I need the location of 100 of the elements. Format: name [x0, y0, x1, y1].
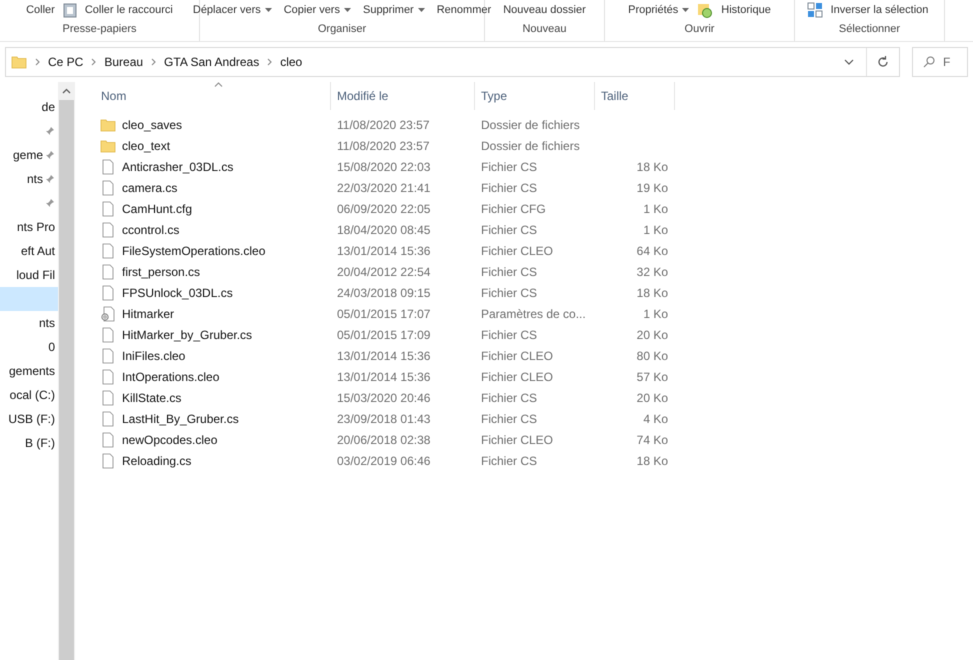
- file-icon: [100, 452, 116, 468]
- file-name[interactable]: KillState.cs: [122, 388, 182, 406]
- sidebar-item[interactable]: [0, 287, 58, 311]
- file-icon: [100, 242, 116, 258]
- file-name[interactable]: Anticrasher_03DL.cs: [122, 158, 234, 176]
- sidebar-item[interactable]: loud Fil: [0, 263, 58, 287]
- chevron-icon: [91, 58, 96, 66]
- file-name[interactable]: FPSUnlock_03DL.cs: [122, 284, 233, 302]
- ribbon-button[interactable]: Historique: [717, 2, 775, 18]
- ribbon-group-label: Sélectionner: [838, 22, 902, 36]
- caret-icon: [344, 8, 351, 12]
- file-name[interactable]: CamHunt.cfg: [122, 200, 192, 218]
- chevron-icon: [267, 58, 272, 66]
- file-name[interactable]: cleo_text: [122, 136, 170, 154]
- table-cell-text: 05/01/2015 17:07: [336, 306, 432, 322]
- table-cell: 74 Ko: [636, 432, 668, 446]
- table-cell-text: 13/01/2014 15:36: [336, 242, 432, 260]
- table-cell-text: 23/09/2018 01:43: [336, 410, 432, 428]
- dropdown-caret-icon[interactable]: [844, 59, 854, 65]
- sidebar-item[interactable]: 0: [0, 335, 58, 359]
- search-icon: [923, 56, 935, 68]
- table-cell-text: 03/02/2019 06:46: [336, 452, 432, 470]
- file-name[interactable]: newOpcodes.cleo: [122, 430, 218, 448]
- file-icon: [100, 180, 116, 196]
- ribbon-button[interactable]: Coller le raccourci: [80, 2, 177, 18]
- file-name[interactable]: first_person.cs: [122, 262, 200, 280]
- ribbon-group-label: Presse-papiers: [62, 22, 138, 36]
- file-name[interactable]: Hitmarker: [122, 304, 174, 322]
- sidebar-item[interactable]: gements: [0, 359, 58, 383]
- column-header[interactable]: Nom: [95, 82, 331, 110]
- sidebar-label: gements: [8, 363, 55, 380]
- sidebar-item[interactable]: B (F:): [0, 431, 58, 455]
- table-cell: 1 Ko: [643, 222, 668, 236]
- table-cell-text: Fichier CS: [480, 180, 538, 196]
- table-cell-text: Fichier CLEO: [480, 242, 554, 260]
- scrollbar[interactable]: [58, 82, 75, 660]
- sidebar-item[interactable]: nts: [0, 167, 58, 191]
- caret-icon: [682, 8, 690, 12]
- sidebar-label: nts Pro: [16, 219, 55, 236]
- caret-icon: [418, 8, 425, 12]
- table-cell-text: 05/01/2015 17:09: [336, 326, 432, 344]
- breadcrumb-item[interactable]: GTA San Andreas: [164, 53, 260, 71]
- table-cell: 1 Ko: [643, 202, 668, 216]
- file-icon: [100, 348, 116, 364]
- ribbon-button[interactable]: Inverser la sélection: [826, 2, 932, 18]
- refresh-icon[interactable]: [876, 55, 890, 69]
- sidebar-item[interactable]: geme: [0, 143, 58, 167]
- file-name[interactable]: IniFiles.cleo: [122, 346, 186, 364]
- scroll-up-icon[interactable]: [62, 88, 71, 94]
- ribbon-dropdown-button[interactable]: Déplacer vers: [188, 2, 276, 18]
- breadcrumb-item[interactable]: Ce PC: [48, 53, 84, 71]
- sidebar-item[interactable]: USB (F:): [0, 407, 58, 431]
- table-cell-text: 22/03/2020 21:41: [336, 180, 432, 196]
- table-cell: 20 Ko: [636, 390, 668, 404]
- breadcrumb-item[interactable]: Bureau: [104, 53, 144, 71]
- table-cell-text: 24/03/2018 09:15: [336, 284, 432, 302]
- sidebar-label: nts: [38, 315, 55, 332]
- file-icon: [100, 326, 116, 342]
- sidebar-item[interactable]: de: [0, 95, 58, 119]
- file-name[interactable]: cleo_saves: [122, 116, 182, 134]
- file-name[interactable]: IntOperations.cleo: [122, 368, 220, 386]
- ribbon-button[interactable]: Renommer: [432, 2, 496, 18]
- table-cell-text: 06/09/2020 22:05: [336, 200, 432, 218]
- ribbon-button[interactable]: Coller: [22, 2, 59, 18]
- ribbon-dropdown-button[interactable]: Supprimer: [358, 2, 429, 18]
- table-cell-text: Fichier CS: [480, 452, 538, 470]
- search-field[interactable]: F: [912, 47, 968, 77]
- sidebar-label: eft Aut: [20, 243, 55, 260]
- ribbon-dropdown-button[interactable]: Propriétés: [624, 2, 694, 18]
- table-cell-text: 15/08/2020 22:03: [336, 158, 432, 176]
- address-bar[interactable]: Ce PC Bureau GTA San Andreas cleo: [5, 47, 900, 77]
- table-cell-text: Fichier CS: [480, 284, 538, 302]
- ribbon-group-label: Organiser: [316, 22, 368, 36]
- file-name[interactable]: camera.cs: [122, 178, 178, 196]
- table-cell-text: Fichier CLEO: [480, 368, 554, 386]
- file-icon: [100, 432, 116, 448]
- ribbon-dropdown-button[interactable]: Copier vers: [280, 2, 355, 18]
- table-cell-text: Fichier CLEO: [480, 348, 554, 364]
- column-header[interactable]: Type: [475, 82, 595, 110]
- sidebar-item[interactable]: ocal (C:): [0, 383, 58, 407]
- file-name[interactable]: HitMarker_by_Gruber.cs: [122, 326, 252, 344]
- file-icon: [100, 200, 116, 216]
- file-name[interactable]: Reloading.cs: [122, 452, 192, 470]
- file-name[interactable]: FileSystemOperations.cleo: [122, 242, 266, 260]
- sidebar-item[interactable]: eft Aut: [0, 239, 58, 263]
- column-header[interactable]: Modifié le: [331, 82, 475, 110]
- file-icon: [100, 264, 116, 280]
- sidebar-label: nts: [26, 171, 43, 188]
- ribbon-button[interactable]: Nouveau dossier: [499, 2, 590, 18]
- table-cell-text: Fichier CS: [480, 158, 538, 176]
- column-header[interactable]: Taille: [595, 82, 675, 110]
- table-cell-text: Fichier CS: [480, 410, 538, 428]
- table-cell: 4 Ko: [643, 412, 668, 426]
- file-name[interactable]: LastHit_By_Gruber.cs: [122, 410, 239, 428]
- sidebar-item[interactable]: nts Pro: [0, 215, 58, 239]
- table-cell: 18 Ko: [636, 454, 668, 468]
- sidebar-item[interactable]: nts: [0, 311, 58, 335]
- breadcrumb-item[interactable]: cleo: [280, 53, 302, 71]
- table-cell-text: 20/04/2012 22:54: [336, 264, 432, 280]
- file-name[interactable]: ccontrol.cs: [122, 220, 180, 238]
